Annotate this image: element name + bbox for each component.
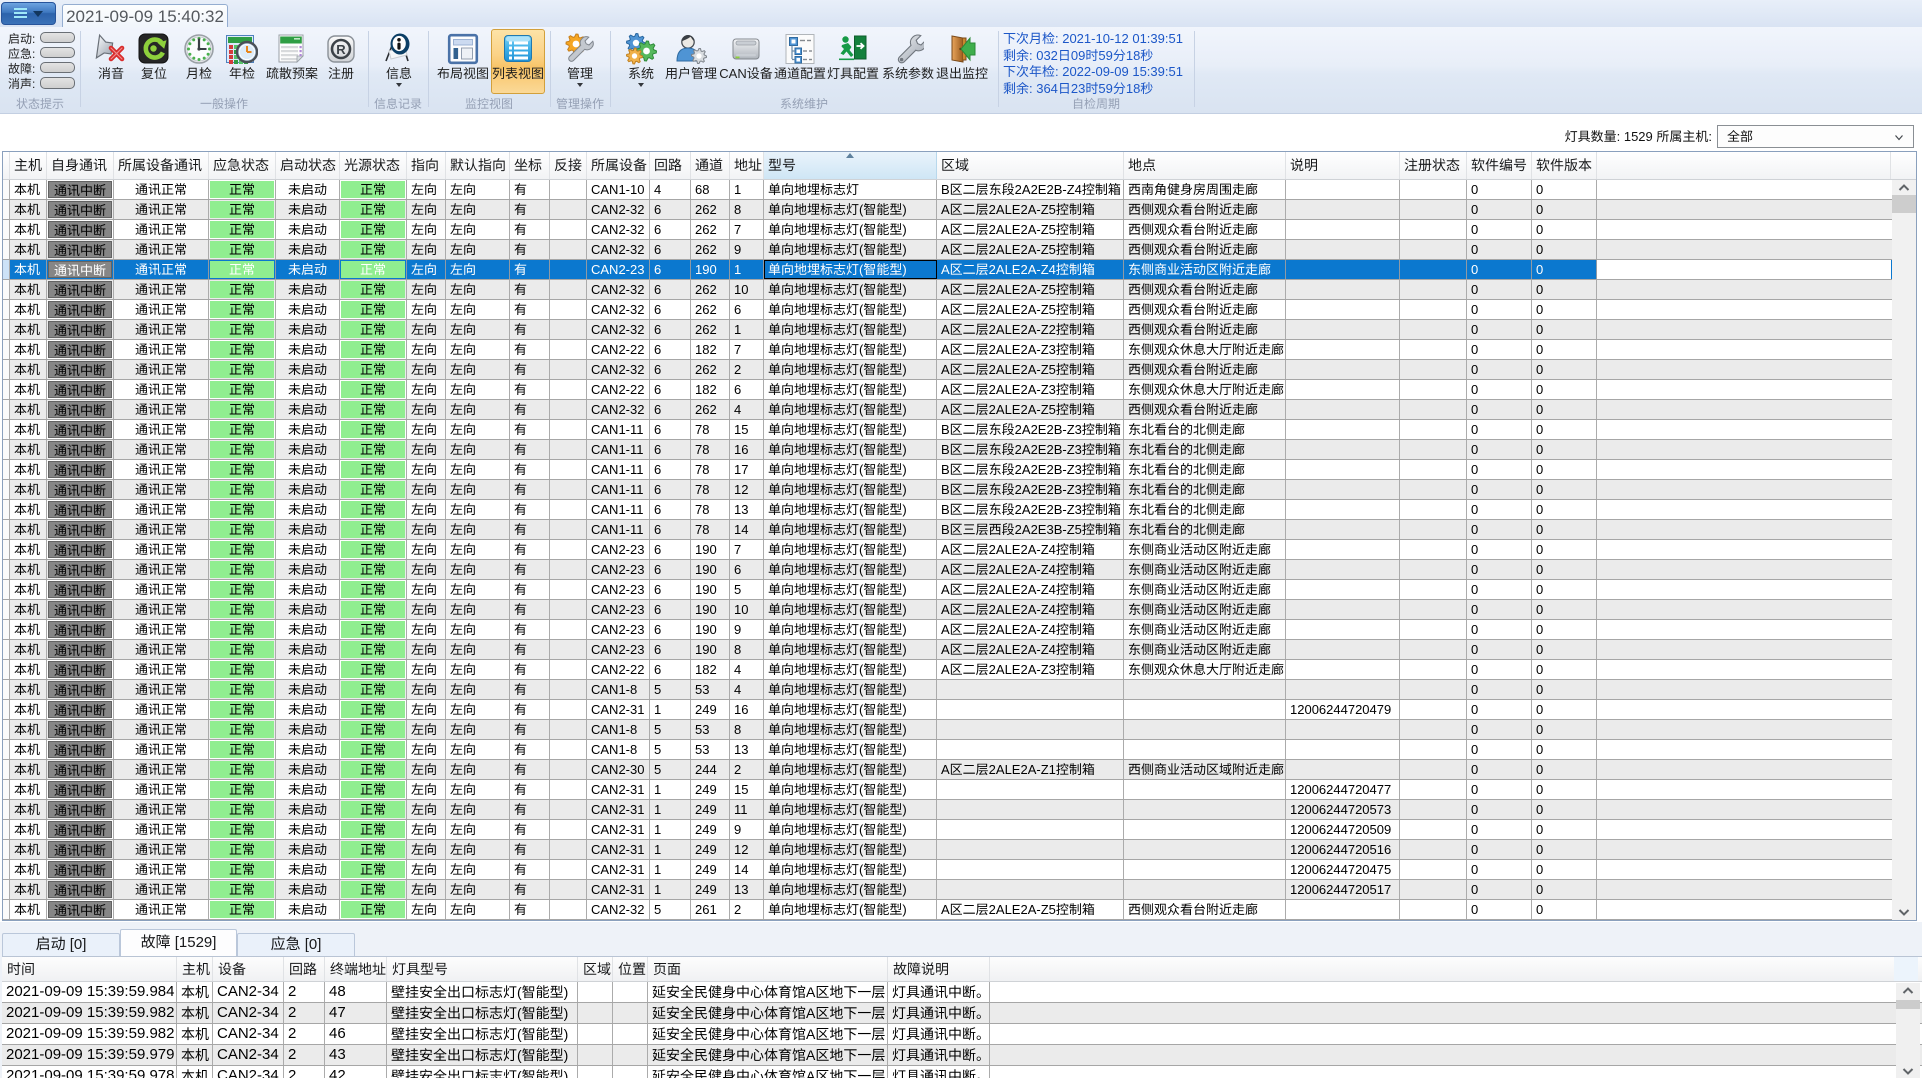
svg-text:R: R <box>336 42 346 57</box>
